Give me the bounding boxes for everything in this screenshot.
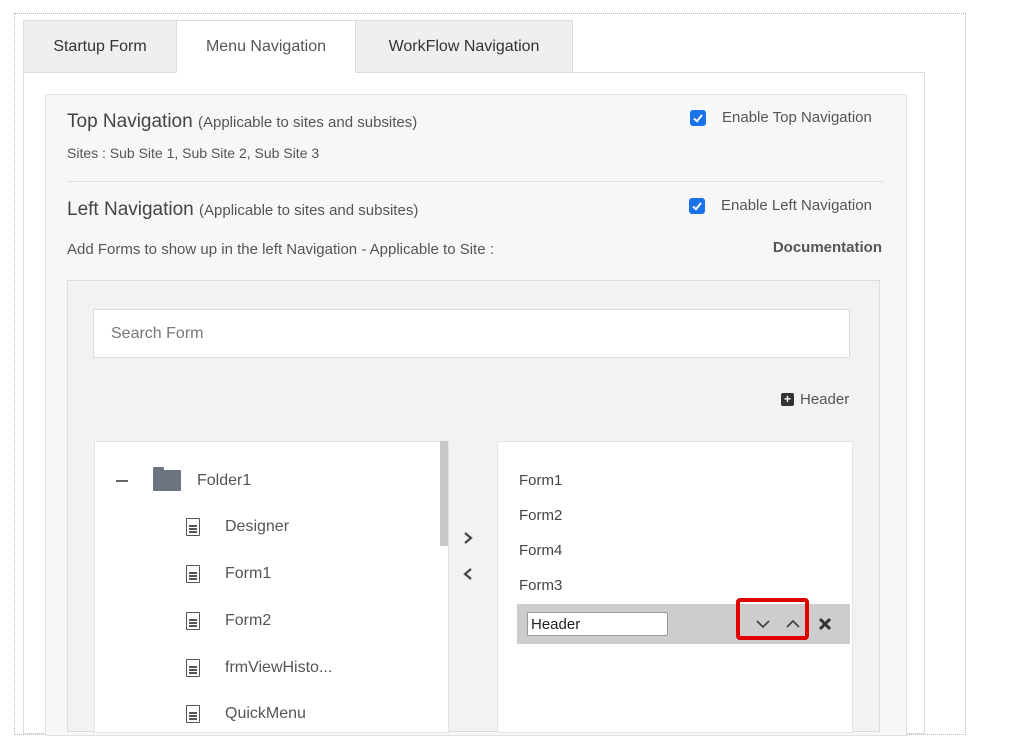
file-label: Designer (225, 518, 290, 535)
plus-square-icon: + (781, 393, 794, 406)
selected-form-item[interactable]: Form3 (519, 577, 562, 594)
top-navigation-heading: Top Navigation (Applicable to sites and … (67, 111, 417, 133)
enable-top-navigation-checkbox[interactable]: Enable Top Navigation (690, 109, 872, 126)
section-divider (67, 181, 883, 182)
left-navigation-description: Add Forms to show up in the left Navigat… (67, 241, 494, 258)
tab-startup-form[interactable]: Startup Form (23, 20, 177, 73)
add-header-button[interactable]: + Header (781, 391, 849, 408)
file-label: QuickMenu (225, 705, 306, 722)
folder-icon (153, 467, 181, 491)
remove-header-button[interactable] (815, 614, 835, 634)
file-label: Form1 (225, 565, 272, 582)
left-navigation-heading: Left Navigation (Applicable to sites and… (67, 199, 418, 221)
tree-file-item[interactable]: Form1 (186, 565, 271, 583)
file-icon (186, 518, 200, 536)
tree-file-item[interactable]: Form2 (186, 612, 271, 630)
enable-left-navigation-label: Enable Left Navigation (721, 197, 872, 214)
selected-form-item[interactable]: Form4 (519, 542, 562, 559)
move-right-button[interactable] (462, 528, 474, 551)
file-icon (186, 565, 200, 583)
chevron-left-icon (463, 568, 472, 580)
folder-label: Folder1 (197, 471, 252, 489)
chevron-right-icon (464, 532, 473, 544)
close-icon (818, 617, 832, 631)
left-navigation-note: (Applicable to sites and subsites) (199, 202, 419, 219)
tab-workflow-navigation[interactable]: WorkFlow Navigation (355, 20, 573, 73)
checkbox-checked-icon (690, 109, 706, 126)
tree-file-item[interactable]: QuickMenu (186, 705, 306, 723)
tree-scrollbar[interactable] (440, 441, 448, 546)
left-navigation-title: Left Navigation (67, 199, 194, 220)
file-label: frmViewHisto... (225, 659, 333, 676)
top-navigation-sites: Sites : Sub Site 1, Sub Site 2, Sub Site… (67, 145, 320, 161)
selected-form-item[interactable]: Form1 (519, 472, 562, 489)
highlight-box (736, 598, 809, 640)
site-name: Documentation (772, 239, 882, 256)
top-navigation-title: Top Navigation (67, 111, 193, 132)
enable-left-navigation-checkbox[interactable]: Enable Left Navigation (689, 197, 872, 214)
file-label: Form2 (225, 612, 272, 629)
tree-file-item[interactable]: Designer (186, 518, 289, 536)
search-form-input[interactable] (93, 309, 850, 358)
selected-form-item[interactable]: Form2 (519, 507, 562, 524)
file-icon (186, 705, 200, 723)
header-name-input[interactable] (527, 612, 668, 636)
file-icon (186, 612, 200, 630)
top-navigation-note: (Applicable to sites and subsites) (197, 114, 418, 131)
tree-file-item[interactable]: frmViewHisto... (186, 659, 332, 677)
checkbox-checked-icon (689, 197, 705, 214)
collapse-icon[interactable] (116, 479, 128, 482)
tab-bar: Startup Form Menu Navigation WorkFlow Na… (23, 20, 573, 73)
tree-folder-item[interactable]: Folder1 (116, 467, 252, 491)
file-icon (186, 659, 200, 677)
tab-menu-navigation[interactable]: Menu Navigation (176, 20, 356, 73)
move-left-button[interactable] (462, 564, 474, 587)
enable-top-navigation-label: Enable Top Navigation (722, 109, 872, 126)
add-header-label: Header (800, 391, 850, 408)
